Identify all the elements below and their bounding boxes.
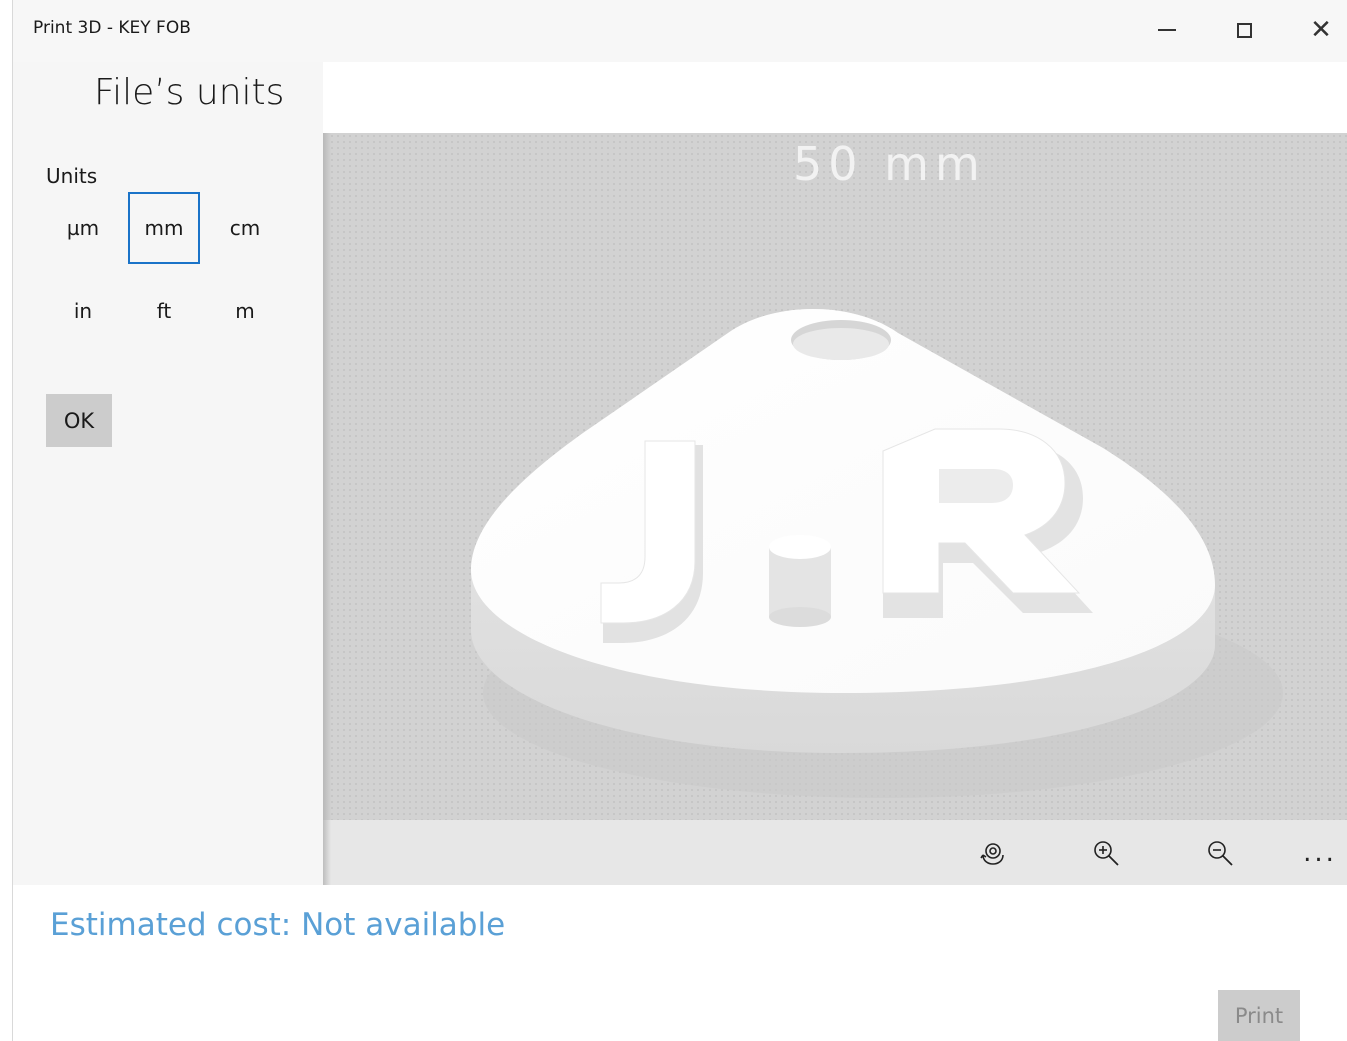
more-options-button[interactable]: ... — [1295, 828, 1345, 878]
reset-view-icon — [980, 843, 1004, 865]
letter-r-counter — [939, 469, 1013, 503]
fob-top — [471, 309, 1215, 693]
minimize-button[interactable] — [1129, 0, 1205, 60]
close-icon: ✕ — [1310, 15, 1332, 45]
ok-button[interactable]: OK — [46, 394, 112, 447]
toolbar-edge-shadow — [323, 820, 331, 885]
title-bar: Print 3D - KEY FOB ✕ — [13, 0, 1347, 62]
maximize-icon — [1236, 22, 1252, 38]
unit-option-um[interactable]: µm — [47, 192, 119, 264]
letter-dot-top — [769, 535, 831, 559]
unit-option-cm[interactable]: cm — [209, 192, 281, 264]
window-title: Print 3D - KEY FOB — [33, 18, 191, 38]
unit-option-in[interactable]: in — [47, 275, 119, 347]
key-fob-model — [471, 309, 1283, 798]
reset-view-button[interactable] — [968, 828, 1018, 878]
unit-option-m[interactable]: m — [209, 275, 281, 347]
unit-option-ft[interactable]: ft — [128, 275, 200, 347]
zoom-out-icon — [1208, 841, 1233, 866]
window-left-edge — [0, 0, 13, 1041]
zoom-out-button[interactable] — [1195, 828, 1245, 878]
zoom-in-icon — [1094, 841, 1119, 866]
panel-heading: File’s units — [94, 72, 285, 113]
zoom-in-button[interactable] — [1081, 828, 1131, 878]
close-button[interactable]: ✕ — [1283, 0, 1347, 60]
print3d-window: Print 3D - KEY FOB ✕ File’s units Units … — [0, 0, 1347, 1041]
viewport-toolbar: ... — [323, 820, 1347, 885]
footer-area: Estimated cost: Not available Print — [13, 885, 1347, 1041]
units-panel: File’s units Units µm mm cm in ft m OK — [13, 62, 323, 885]
units-label: Units — [46, 164, 98, 188]
estimated-cost-text: Estimated cost: Not available — [50, 907, 506, 943]
letter-dot-base — [769, 607, 831, 627]
keyring-hole-inner — [793, 328, 889, 360]
unit-option-mm[interactable]: mm — [128, 192, 200, 264]
maximize-button[interactable] — [1206, 0, 1282, 60]
print-button[interactable]: Print — [1218, 990, 1300, 1041]
model-viewport[interactable]: 50 mm — [323, 133, 1347, 820]
minimize-icon — [1158, 29, 1176, 31]
